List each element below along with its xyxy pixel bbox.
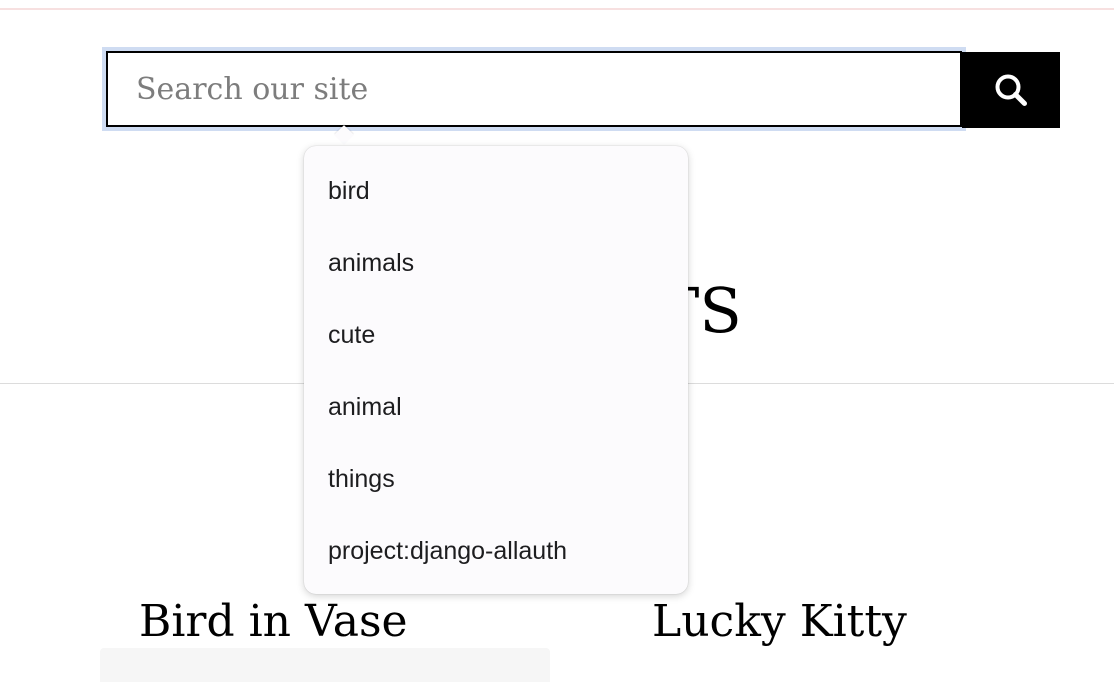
- autocomplete-option[interactable]: cute: [304, 299, 688, 371]
- autocomplete-option-label: project:django-allauth: [328, 537, 568, 565]
- top-border-strip: [0, 8, 1114, 10]
- card-image[interactable]: [100, 648, 550, 682]
- autocomplete-option[interactable]: project:django-allauth: [304, 515, 688, 587]
- search-input[interactable]: [102, 47, 966, 131]
- card-title-lucky-kitty[interactable]: Lucky Kitty: [652, 594, 907, 650]
- search-icon: [995, 74, 1027, 106]
- page-heading-text: TS: [688, 276, 742, 346]
- search-button[interactable]: [962, 52, 1060, 128]
- autocomplete-option-label: things: [328, 465, 395, 493]
- autocomplete-dropdown: bird animals cute animal things project:…: [304, 146, 688, 594]
- page-heading: TS: [688, 276, 752, 346]
- autocomplete-option[interactable]: animals: [304, 227, 688, 299]
- autocomplete-option-label: cute: [328, 321, 376, 349]
- autocomplete-option-label: animals: [328, 249, 415, 277]
- card-title-bird-in-vase[interactable]: Bird in Vase: [139, 594, 408, 650]
- site-search-form: [100, 46, 1060, 134]
- autocomplete-option-label: animal: [328, 393, 402, 421]
- autocomplete-option[interactable]: animal: [304, 371, 688, 443]
- autocomplete-option[interactable]: bird: [304, 155, 688, 227]
- autocomplete-option[interactable]: things: [304, 443, 688, 515]
- autocomplete-option-label: bird: [328, 177, 370, 205]
